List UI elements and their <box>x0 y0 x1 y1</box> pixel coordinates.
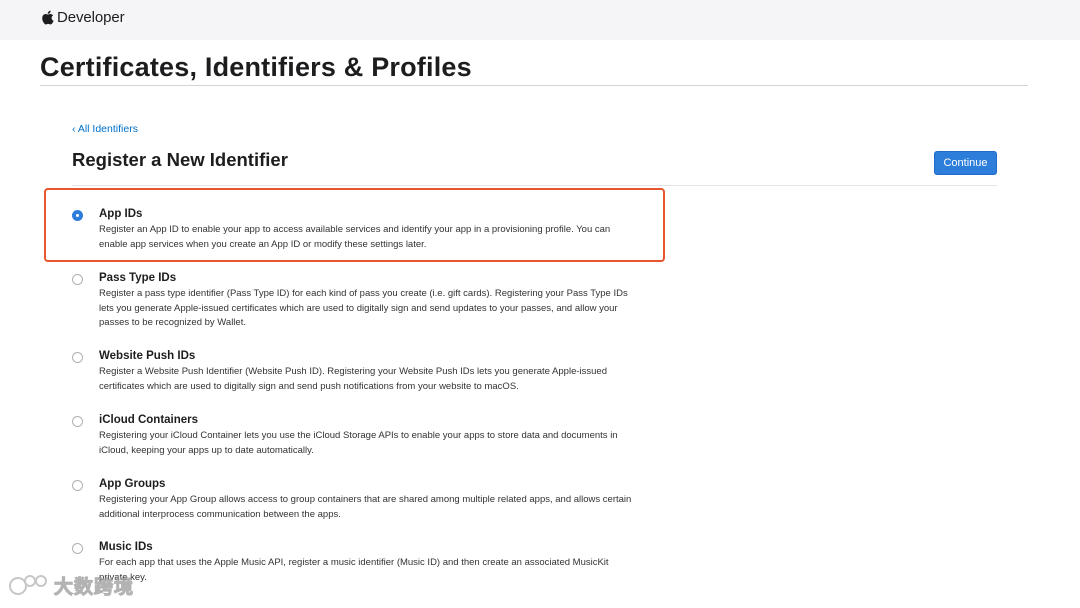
watermark-text: 大数跨境 <box>53 577 135 599</box>
section-title: Register a New Identifier <box>72 149 288 170</box>
option-description: Register a Website Push Identifier (Webs… <box>99 366 607 392</box>
apple-logo-icon <box>42 10 54 25</box>
radio-app-ids[interactable] <box>72 210 83 221</box>
title-divider <box>40 85 1028 86</box>
option-description: Registering your App Group allows access… <box>99 494 632 520</box>
option-title: App IDs <box>99 208 143 220</box>
radio-music-ids[interactable] <box>72 543 83 554</box>
option-description: Register a pass type identifier (Pass Ty… <box>99 288 628 328</box>
option-description: Registering your iCloud Container lets y… <box>99 430 618 456</box>
all-identifiers-back-link[interactable]: ‹ All Identifiers <box>72 123 138 135</box>
top-navigation-bar: Developer <box>0 0 1080 40</box>
watermark: 大数跨境 <box>8 572 134 599</box>
watermark-logo-icon <box>9 574 47 595</box>
option-description: Register an App ID to enable your app to… <box>99 224 611 250</box>
option-title: App Groups <box>99 478 166 490</box>
option-description: For each app that uses the Apple Music A… <box>99 557 609 583</box>
radio-app-groups[interactable] <box>72 480 83 491</box>
option-title: Pass Type IDs <box>99 272 177 284</box>
page-title: Certificates, Identifiers & Profiles <box>40 52 472 82</box>
developer-brand[interactable]: Developer <box>40 9 125 26</box>
radio-icloud-containers[interactable] <box>72 416 83 427</box>
radio-website-push-ids[interactable] <box>72 352 83 363</box>
continue-button[interactable]: Continue <box>934 151 997 175</box>
option-title: iCloud Containers <box>99 414 199 426</box>
brand-label: Developer <box>57 9 125 26</box>
section-divider <box>72 185 997 186</box>
option-title: Music IDs <box>99 541 153 553</box>
option-title: Website Push IDs <box>99 350 196 362</box>
radio-pass-type-ids[interactable] <box>72 274 83 285</box>
